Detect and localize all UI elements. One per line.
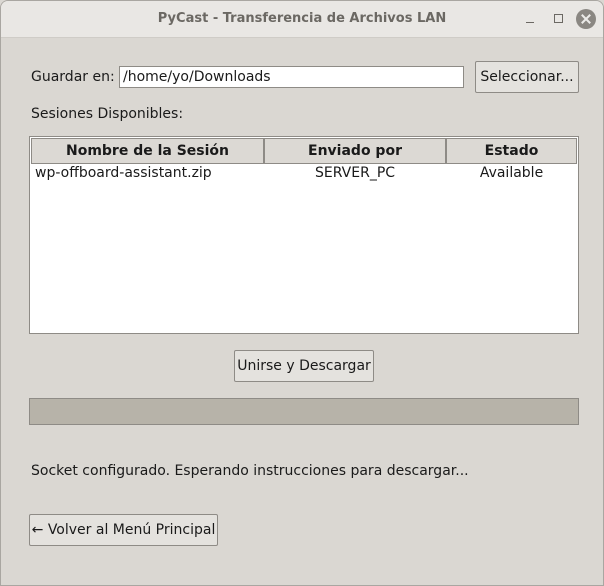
- column-header-status[interactable]: Estado: [446, 138, 577, 164]
- sender-cell: SERVER_PC: [314, 165, 396, 181]
- column-header-sent-by[interactable]: Enviado por: [264, 138, 446, 164]
- status-message: Socket configurado. Esperando instruccio…: [31, 463, 469, 479]
- save-path-input[interactable]: [119, 66, 464, 88]
- table-row[interactable]: wp-offboard-assistant.zip SERVER_PC Avai…: [31, 163, 577, 183]
- select-folder-button[interactable]: Seleccionar...: [475, 61, 579, 93]
- table-header: Nombre de la Sesión Enviado por Estado: [31, 138, 577, 164]
- download-progress-bar: [29, 398, 579, 425]
- status-cell: Available: [479, 165, 544, 181]
- close-icon[interactable]: [576, 9, 596, 29]
- session-name-cell: wp-offboard-assistant.zip: [35, 165, 212, 181]
- column-header-session-name[interactable]: Nombre de la Sesión: [31, 138, 264, 164]
- save-location-label: Guardar en:: [31, 69, 115, 85]
- minimize-icon[interactable]: [520, 9, 540, 29]
- maximize-icon[interactable]: [549, 9, 569, 29]
- join-download-button[interactable]: Unirse y Descargar: [234, 350, 374, 382]
- sessions-label: Sesiones Disponibles:: [31, 106, 184, 122]
- app-window: PyCast - Transferencia de Archivos LAN G…: [0, 0, 604, 586]
- window-title: PyCast - Transferencia de Archivos LAN: [157, 11, 447, 26]
- title-bar: PyCast - Transferencia de Archivos LAN: [1, 1, 603, 38]
- back-to-main-menu-button[interactable]: ← Volver al Menú Principal: [29, 514, 218, 546]
- sessions-table[interactable]: Nombre de la Sesión Enviado por Estado w…: [29, 136, 579, 334]
